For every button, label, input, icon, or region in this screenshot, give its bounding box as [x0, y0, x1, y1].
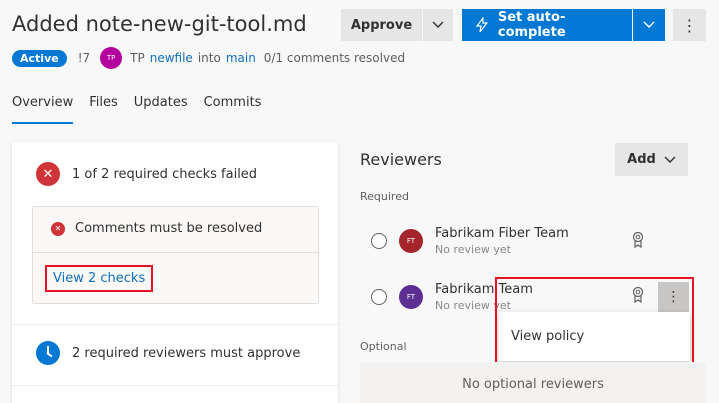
pr-tabs: Overview Files Updates Commits [12, 92, 277, 124]
add-reviewer-button[interactable]: Add [615, 143, 688, 176]
tab-updates[interactable]: Updates [134, 92, 188, 124]
reviewers-required-row: 2 required reviewers must approve [36, 341, 300, 365]
auto-complete-dropdown-button[interactable] [633, 9, 665, 41]
set-auto-complete-button[interactable]: Set auto-complete [462, 9, 632, 41]
divider [12, 324, 338, 325]
reviewer-status: No review yet [435, 243, 511, 256]
author-avatar: TP [100, 47, 123, 69]
view-checks-link[interactable]: View 2 checks [45, 265, 154, 292]
reviewer-more-button[interactable]: ⋮ [658, 282, 689, 312]
chevron-down-icon [664, 156, 676, 163]
target-branch-link[interactable]: main [226, 51, 256, 65]
tab-overview[interactable]: Overview [12, 92, 74, 124]
reviewer-avatar: FT [399, 285, 423, 309]
pr-header: Added note-new-git-tool.md Approve Set a… [0, 0, 719, 127]
reviewer-status: No review yet [435, 299, 511, 312]
chevron-down-icon [432, 21, 444, 28]
comments-resolved: 0/1 comments resolved [263, 51, 406, 65]
reviewers-required-text: 2 required reviewers must approve [72, 345, 301, 361]
reviewer-radio[interactable] [371, 289, 387, 305]
comments-check-text: Comments must be resolved [75, 221, 263, 236]
optional-section-label: Optional [360, 340, 407, 353]
checks-summary-text: 1 of 2 required checks failed [72, 166, 258, 182]
clock-icon [36, 341, 60, 365]
policy-ribbon-icon [632, 286, 644, 304]
reviewer-info: Fabrikam Team No review yet [435, 282, 533, 312]
author-name: TP [130, 51, 145, 65]
status-card: ✕ 1 of 2 required checks failed ✕ Commen… [12, 142, 338, 403]
no-optional-reviewers: No optional reviewers [360, 362, 706, 403]
reviewers-title: Reviewers [360, 150, 442, 169]
error-icon: ✕ [36, 162, 60, 186]
view-policy-menu-item[interactable]: View policy [511, 329, 584, 344]
reviewer-row[interactable]: FT Fabrikam Team No review yet [371, 282, 533, 312]
reviewer-row[interactable]: FT Fabrikam Fiber Team No review yet [371, 226, 569, 256]
pr-id: !7 [77, 51, 91, 65]
approve-button[interactable]: Approve [341, 9, 422, 41]
reviewer-name: Fabrikam Fiber Team [435, 226, 569, 241]
checks-summary-row: ✕ 1 of 2 required checks failed [36, 162, 257, 186]
source-branch-link[interactable]: newfile [150, 51, 193, 65]
reviewer-radio[interactable] [371, 233, 387, 249]
comments-check-row: ✕ Comments must be resolved [51, 221, 262, 236]
status-badge: Active [12, 49, 67, 67]
reviewer-info: Fabrikam Fiber Team No review yet [435, 226, 569, 256]
error-icon: ✕ [51, 221, 65, 236]
divider [33, 252, 318, 253]
required-section-label: Required [360, 190, 409, 203]
lightning-icon [475, 17, 489, 33]
pr-meta: Active !7 TP TP newfile into main 0/1 co… [12, 47, 405, 69]
more-actions-button[interactable]: ⋮ [673, 9, 706, 41]
add-label: Add [627, 152, 656, 167]
chevron-down-icon [643, 21, 655, 28]
page-title: Added note-new-git-tool.md [12, 12, 307, 36]
reviewer-name: Fabrikam Team [435, 282, 533, 297]
checks-detail-box: ✕ Comments must be resolved View 2 check… [32, 206, 319, 304]
reviewer-context-menu: View policy [499, 312, 690, 361]
tab-files[interactable]: Files [89, 92, 118, 124]
approve-dropdown-button[interactable] [423, 9, 453, 41]
set-auto-complete-label: Set auto-complete [497, 10, 566, 40]
divider [12, 385, 338, 386]
reviewer-avatar: FT [399, 229, 423, 253]
tab-commits[interactable]: Commits [204, 92, 262, 124]
into-text: into [197, 51, 221, 65]
policy-ribbon-icon [632, 231, 644, 249]
